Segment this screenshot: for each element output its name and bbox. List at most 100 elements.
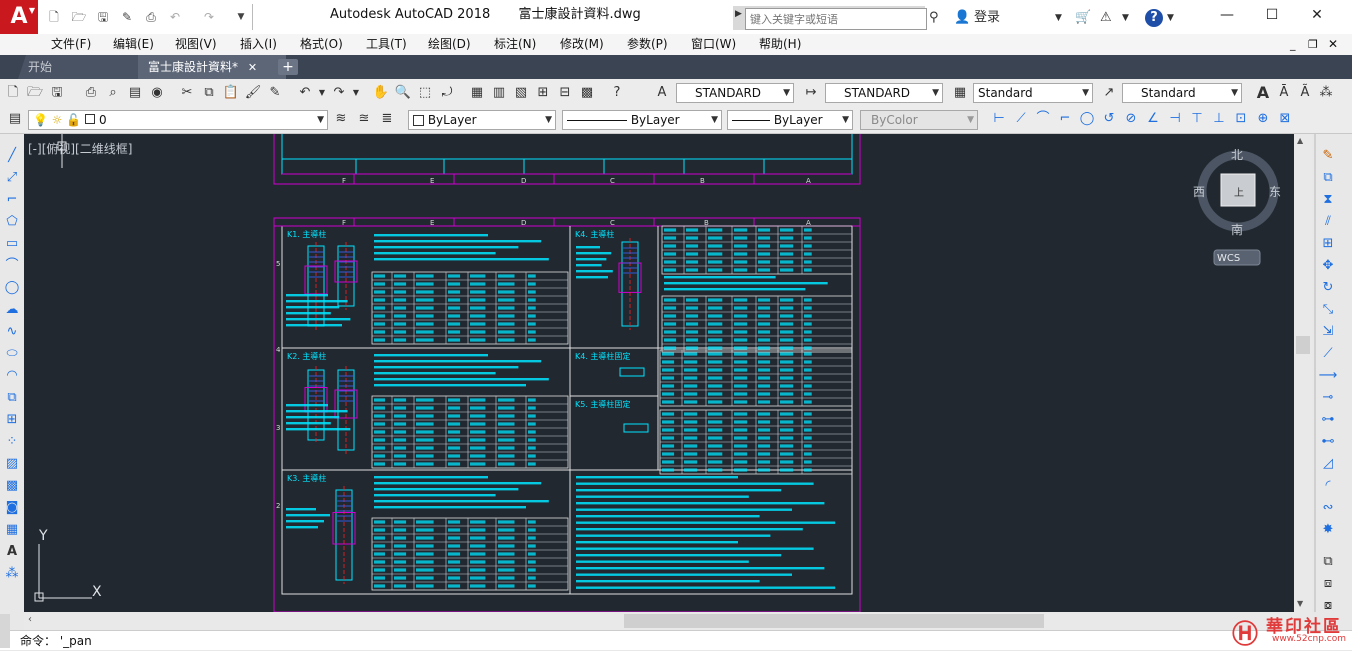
move-icon[interactable]: ✥: [1318, 256, 1338, 276]
polygon-icon[interactable]: ⬠: [2, 212, 22, 232]
menu-insert[interactable]: 插入(I): [240, 35, 277, 54]
hatch-icon[interactable]: ▨: [2, 454, 22, 474]
menu-dimension[interactable]: 标注(N): [494, 35, 536, 54]
cut-icon[interactable]: ✂: [178, 84, 196, 102]
ellipse-arc-icon[interactable]: ◠: [2, 366, 22, 386]
application-menu-button[interactable]: A ▼: [0, 0, 38, 34]
search-expand-icon[interactable]: ▶: [735, 9, 742, 19]
autodesk-360-icon[interactable]: ⚠: [1100, 9, 1112, 27]
horizontal-scrollbar[interactable]: ‹: [24, 612, 1312, 630]
menu-window[interactable]: 窗口(W): [691, 35, 736, 54]
menu-format[interactable]: 格式(O): [300, 35, 343, 54]
point-icon[interactable]: ⁘: [2, 432, 22, 452]
scroll-up-icon[interactable]: ▲: [1297, 136, 1303, 145]
menu-edit[interactable]: 编辑(E): [113, 35, 154, 54]
copy-object-icon[interactable]: ⧉: [1318, 168, 1338, 188]
login-link[interactable]: 登录: [974, 9, 1000, 27]
diameter-icon[interactable]: ⊘: [1122, 110, 1140, 128]
open-file-icon[interactable]: 🗁: [70, 8, 88, 26]
tab-close-icon[interactable]: ✕: [248, 61, 257, 74]
menu-view[interactable]: 视图(V): [175, 35, 217, 54]
draw-order-icon[interactable]: ⧉: [1318, 552, 1338, 572]
rectangle-icon[interactable]: ▭: [2, 234, 22, 254]
baseline-icon[interactable]: ⊤: [1188, 110, 1206, 128]
linetype-dropdown[interactable]: ByLayer ▼: [562, 110, 722, 130]
a360-dropdown-icon[interactable]: ▼: [1122, 9, 1129, 27]
edit-text-icon[interactable]: Ā: [1275, 84, 1293, 102]
quick-dim-icon[interactable]: ⊣: [1166, 110, 1184, 128]
tab-start[interactable]: 开始: [18, 55, 138, 79]
blend-curves-icon[interactable]: ∾: [1318, 498, 1338, 518]
undo-dropdown-icon[interactable]: ▼: [318, 84, 326, 102]
circle-icon[interactable]: ◯: [2, 278, 22, 298]
dim-edit-icon[interactable]: ⊠: [1276, 110, 1294, 128]
gradient-icon[interactable]: ▩: [2, 476, 22, 496]
layer-dropdown[interactable]: 💡 ☼ 🔓 0 ▼: [28, 110, 328, 130]
new-file-icon[interactable]: 🗋: [45, 8, 63, 26]
construction-line-icon[interactable]: ⤢: [2, 168, 22, 188]
add-selected-icon[interactable]: ⁂: [2, 564, 22, 584]
login-dropdown-icon[interactable]: ▼: [1055, 9, 1062, 27]
command-line-grip[interactable]: [0, 614, 10, 648]
make-block-icon[interactable]: ⊞: [2, 410, 22, 430]
binoculars-icon[interactable]: ⚲: [929, 9, 939, 27]
menu-modify[interactable]: 修改(M): [560, 35, 604, 54]
compass-south[interactable]: 南: [1231, 222, 1243, 237]
minimize-button[interactable]: —: [1215, 4, 1239, 26]
mleader-style-dropdown[interactable]: Standard ▼: [1122, 83, 1242, 103]
drawing-canvas[interactable]: [-][俯视][二维线框] F E D C B A F E D C B A 5 …: [24, 134, 1312, 612]
revision-cloud-icon[interactable]: ☁: [2, 300, 22, 320]
offset-icon[interactable]: ⫽: [1318, 212, 1338, 232]
plotstyle-dropdown[interactable]: ByColor ▼: [860, 110, 978, 130]
menu-help[interactable]: 帮助(H): [759, 35, 801, 54]
lineweight-dropdown[interactable]: ByLayer ▼: [727, 110, 853, 130]
open-icon[interactable]: 🗁: [26, 84, 44, 102]
spline-icon[interactable]: ∿: [2, 322, 22, 342]
tab-document[interactable]: 富士康設計資料* ✕: [138, 55, 286, 79]
quick-access-dropdown-icon[interactable]: ▼: [232, 8, 250, 26]
search-input[interactable]: [746, 9, 924, 29]
tolerance-icon[interactable]: ⊡: [1232, 110, 1250, 128]
spell-check-icon[interactable]: ⁂: [1317, 84, 1335, 102]
copy-icon[interactable]: ⧉: [200, 84, 218, 102]
block-editor-icon[interactable]: ✎: [266, 84, 284, 102]
undo-icon[interactable]: ↶: [166, 8, 184, 26]
scroll-left-icon[interactable]: ‹: [28, 614, 32, 625]
line-icon[interactable]: ╱: [2, 146, 22, 166]
design-center-icon[interactable]: ▥: [490, 84, 508, 102]
array-icon[interactable]: ⊞: [1318, 234, 1338, 254]
save-as-icon[interactable]: ✎: [118, 8, 136, 26]
user-icon[interactable]: 👤: [954, 9, 970, 27]
continue-icon[interactable]: ⊥: [1210, 110, 1228, 128]
mtext-icon[interactable]: A: [2, 542, 22, 562]
make-current-layer-icon[interactable]: ≋: [332, 110, 350, 128]
save-icon[interactable]: 🖫: [94, 8, 112, 26]
arc-icon[interactable]: ⌒: [2, 256, 22, 276]
layer-previous-icon[interactable]: ≊: [355, 110, 373, 128]
erase-icon[interactable]: ✎: [1318, 146, 1338, 166]
doc-minimize-button[interactable]: _: [1290, 35, 1296, 54]
command-line[interactable]: 命令： '_pan: [0, 614, 1352, 650]
zoom-previous-icon[interactable]: ⤾: [438, 84, 456, 102]
help-icon[interactable]: ?: [1145, 9, 1163, 27]
paste-icon[interactable]: 📋: [222, 84, 240, 102]
help-icon[interactable]: ?: [608, 84, 626, 102]
find-text-icon[interactable]: Ã: [1296, 84, 1314, 102]
zoom-window-icon[interactable]: ⬚: [416, 84, 434, 102]
redo-icon[interactable]: ↷: [200, 8, 218, 26]
compass-north[interactable]: 北: [1231, 148, 1243, 162]
dim-style-dropdown[interactable]: STANDARD ▼: [825, 83, 943, 103]
menu-draw[interactable]: 绘图(D): [428, 35, 471, 54]
insert-block-icon[interactable]: ⧉: [2, 388, 22, 408]
jogged-icon[interactable]: ↺: [1100, 110, 1118, 128]
horizontal-scroll-thumb[interactable]: [624, 614, 1044, 628]
menu-file[interactable]: 文件(F): [51, 35, 91, 54]
properties-icon[interactable]: ▦: [468, 84, 486, 102]
markup-icon[interactable]: ⊟: [556, 84, 574, 102]
new-tab-button[interactable]: +: [278, 59, 298, 75]
print-icon[interactable]: ⎙: [142, 8, 160, 26]
trim-icon[interactable]: ⟋: [1318, 344, 1338, 364]
layer-properties-icon[interactable]: ▤: [6, 110, 24, 128]
calculator-icon[interactable]: ▩: [578, 84, 596, 102]
text-style-dropdown[interactable]: STANDARD ▼: [676, 83, 794, 103]
